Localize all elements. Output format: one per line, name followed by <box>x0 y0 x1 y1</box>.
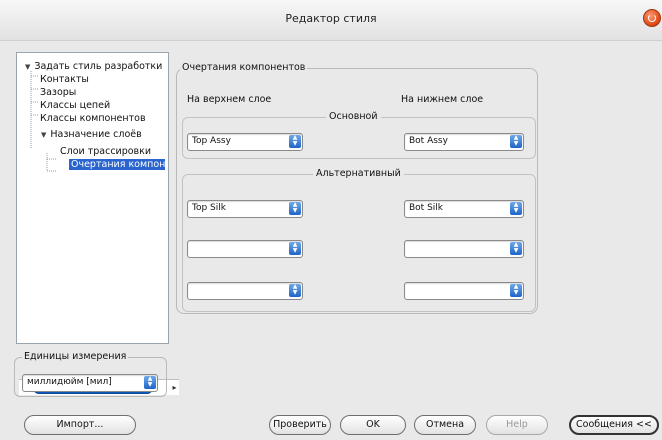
select-arrows-icon[interactable]: ▲ ▼ <box>144 376 156 389</box>
select-arrows-icon[interactable]: ▲ ▼ <box>510 135 522 148</box>
top-alt-select-1[interactable]: Top Silk ▲ ▼ <box>187 200 303 218</box>
tree-item-clearances[interactable]: Зазоры <box>40 87 76 99</box>
select-arrows-icon[interactable]: ▲ ▼ <box>510 242 522 255</box>
tree-item-contacts[interactable]: Контакты <box>40 74 89 86</box>
select-arrows-icon[interactable]: ▲ ▼ <box>510 202 522 215</box>
bottom-layer-label: На нижнем слое <box>401 94 484 105</box>
bottom-alt-select-2[interactable]: ▲ ▼ <box>404 240 524 258</box>
title-bar: Редактор стиля <box>0 0 662 41</box>
top-layer-label: На верхнем слое <box>187 94 272 105</box>
import-button[interactable]: Импорт... <box>24 415 136 435</box>
close-icon[interactable] <box>643 9 661 27</box>
expanded-triangle-icon[interactable]: ▼ <box>25 63 30 71</box>
tree-item-component-outlines[interactable]: Очертания компонентов <box>69 159 165 171</box>
units-group-title: Единицы измерения <box>22 351 129 363</box>
ok-button[interactable]: OK <box>340 415 406 435</box>
select-arrows-icon[interactable]: ▲ ▼ <box>510 284 522 297</box>
select-arrows-icon[interactable]: ▲ ▼ <box>289 202 301 215</box>
bottom-alt-select-1[interactable]: Bot Silk ▲ ▼ <box>404 200 524 218</box>
tree-item-design-style[interactable]: ▼ Задать стиль разработки <box>25 61 162 73</box>
help-button[interactable]: Help <box>486 415 548 435</box>
expanded-triangle-icon[interactable]: ▼ <box>41 131 46 139</box>
messages-button[interactable]: Сообщения << <box>569 415 659 435</box>
bottom-primary-select[interactable]: Bot Assy ▲ ▼ <box>404 133 524 151</box>
alternative-section-title: Альтернативный <box>313 168 404 180</box>
primary-section-title: Основной <box>326 111 381 123</box>
scroll-right-arrow-icon[interactable]: ▸ <box>169 382 180 393</box>
tree-item-component-classes[interactable]: Классы компонентов <box>40 113 146 125</box>
tree-item-layer-assignment[interactable]: ▼ Назначение слоёв <box>41 129 142 141</box>
select-arrows-icon[interactable]: ▲ ▼ <box>289 284 301 297</box>
outline-group-title: Очертания компонентов <box>180 62 308 74</box>
select-arrows-icon[interactable]: ▲ ▼ <box>289 242 301 255</box>
top-alt-select-3[interactable]: ▲ ▼ <box>187 282 303 300</box>
cancel-button[interactable]: Отмена <box>414 415 476 435</box>
top-primary-select[interactable]: Top Assy ▲ ▼ <box>187 133 303 151</box>
check-button[interactable]: Проверить <box>269 415 331 435</box>
window-title: Редактор стиля <box>285 12 377 25</box>
tree-item-routing-layers[interactable]: Слои трассировки <box>60 146 151 158</box>
style-tree[interactable]: ▼ Задать стиль разработки Контакты Зазоры… <box>16 52 179 395</box>
bottom-alt-select-3[interactable]: ▲ ▼ <box>404 282 524 300</box>
tree-item-net-classes[interactable]: Классы цепей <box>40 100 110 112</box>
select-arrows-icon[interactable]: ▲ ▼ <box>289 135 301 148</box>
units-select[interactable]: миллидюйм [мил] ▲ ▼ <box>22 374 158 392</box>
top-alt-select-2[interactable]: ▲ ▼ <box>187 240 303 258</box>
